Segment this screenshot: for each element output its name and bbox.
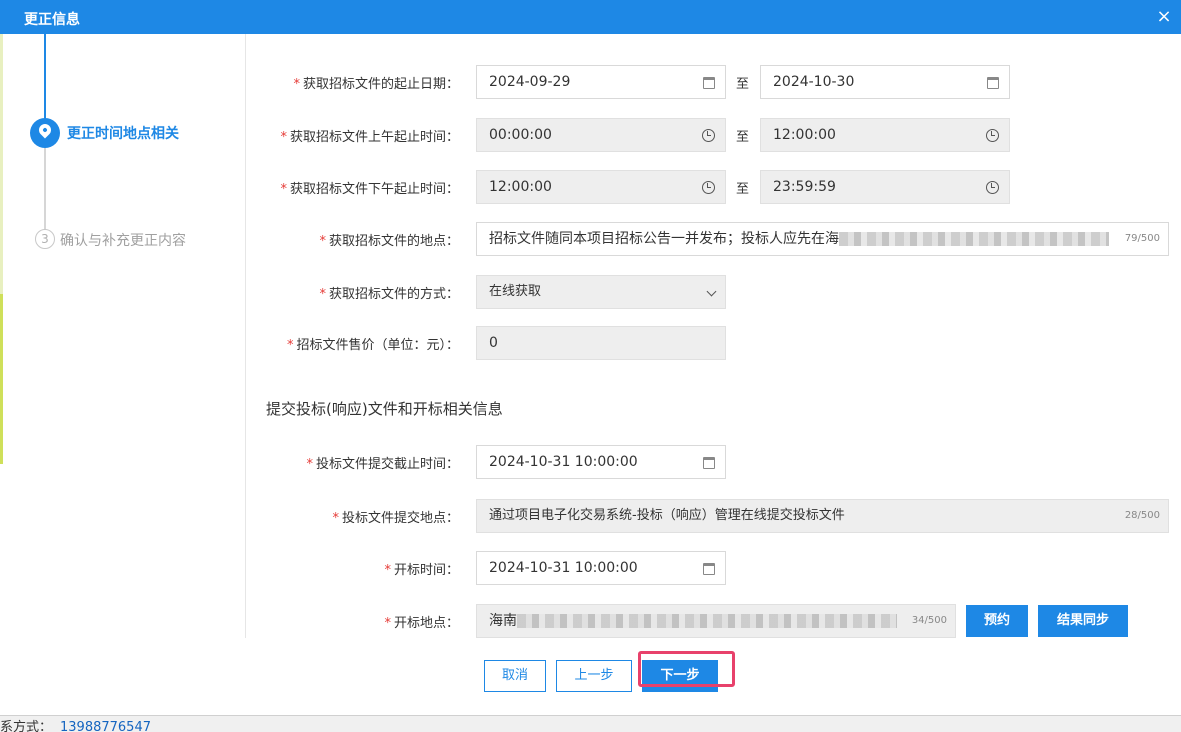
method-label: * 获取招标文件的方式：	[319, 287, 459, 302]
highlight-box	[638, 651, 735, 687]
row-price: * 招标文件售价（单位：元）： 0	[246, 326, 1181, 360]
submission-place-input[interactable]: 通过项目电子化交易系统-投标（响应）管理在线提交投标文件 28/500	[476, 499, 1169, 533]
close-icon[interactable]: ×	[1153, 6, 1175, 28]
redacted-text	[839, 232, 1109, 246]
clock-icon	[986, 129, 999, 142]
calendar-icon	[703, 77, 715, 89]
prev-step-button[interactable]: 上一步	[556, 660, 632, 692]
clock-icon	[986, 181, 999, 194]
open-place-input[interactable]: 海南 34/500	[476, 604, 956, 638]
range-separator: 至	[736, 182, 750, 197]
cancel-button[interactable]: 取消	[484, 660, 546, 692]
price-input[interactable]: 0	[476, 326, 726, 360]
location-label: * 获取招标文件的地点：	[319, 234, 459, 249]
section-title: 提交投标(响应)文件和开标相关信息	[266, 400, 503, 418]
step-label-confirm: 确认与补充更正内容	[60, 233, 186, 249]
morning-start-time-input[interactable]: 00:00:00	[476, 118, 726, 152]
step-number-3: 3	[35, 229, 55, 249]
calendar-icon	[703, 563, 715, 575]
chevron-down-icon	[706, 286, 717, 297]
char-counter: 34/500	[907, 605, 947, 637]
clock-icon	[702, 129, 715, 142]
price-label: * 招标文件售价（单位：元）：	[286, 338, 459, 353]
open-time-label: * 开标时间：	[384, 563, 459, 578]
start-date-input[interactable]: 2024-09-29	[476, 65, 726, 99]
date-range-label: * 获取招标文件的起止日期：	[293, 77, 459, 92]
end-date-input[interactable]: 2024-10-30	[760, 65, 1010, 99]
step-connector-done	[44, 34, 46, 120]
morning-end-time-input[interactable]: 12:00:00	[760, 118, 1010, 152]
calendar-icon	[703, 457, 715, 469]
row-afternoon-time: * 获取招标文件下午起止时间： 12:00:00 至 23:59:59	[246, 170, 1181, 204]
row-location: * 获取招标文件的地点： 招标文件随同本项目招标公告一并发布；投标人应先在海 79…	[246, 222, 1181, 256]
row-open-place: * 开标地点： 海南 34/500 预约 结果同步	[246, 604, 1181, 638]
morning-time-label: * 获取招标文件上午起止时间：	[280, 130, 459, 145]
char-counter: 79/500	[1120, 223, 1160, 255]
dialog-title: 更正信息	[24, 12, 80, 28]
row-method: * 获取招标文件的方式： 在线获取	[246, 275, 1181, 309]
steps-panel: 更正时间地点相关 3 确认与补充更正内容	[0, 34, 246, 638]
dialog-titlebar: 更正信息 ×	[0, 0, 1181, 34]
sync-result-button[interactable]: 结果同步	[1038, 605, 1128, 637]
open-time-input[interactable]: 2024-10-31 10:00:00	[476, 551, 726, 585]
method-select[interactable]: 在线获取	[476, 275, 726, 309]
open-place-label: * 开标地点：	[384, 616, 459, 631]
redacted-text	[517, 614, 897, 628]
afternoon-end-time-input[interactable]: 23:59:59	[760, 170, 1010, 204]
background-contact: 系方式： 13988776547	[0, 716, 151, 732]
submission-place-label: * 投标文件提交地点：	[332, 511, 459, 526]
step-connector-pending	[44, 146, 46, 230]
clock-icon	[702, 181, 715, 194]
calendar-icon	[987, 77, 999, 89]
contact-phone[interactable]: 13988776547	[60, 720, 151, 732]
contact-label: 系方式：	[0, 720, 53, 732]
step-label-active[interactable]: 更正时间地点相关	[67, 123, 179, 143]
deadline-label: * 投标文件提交截止时间：	[306, 457, 459, 472]
afternoon-start-time-input[interactable]: 12:00:00	[476, 170, 726, 204]
correction-dialog: 更正信息 × 更正时间地点相关 3 确认与补充更正内容 * 获取招标文件的起止日期…	[0, 0, 1181, 716]
char-counter: 28/500	[1120, 500, 1160, 532]
row-morning-time: * 获取招标文件上午起止时间： 00:00:00 至 12:00:00	[246, 118, 1181, 152]
row-deadline: * 投标文件提交截止时间： 2024-10-31 10:00:00	[246, 445, 1181, 479]
location-input[interactable]: 招标文件随同本项目招标公告一并发布；投标人应先在海 79/500	[476, 222, 1169, 256]
range-separator: 至	[736, 77, 750, 92]
location-pin-icon	[30, 118, 60, 148]
row-submission-place: * 投标文件提交地点： 通过项目电子化交易系统-投标（响应）管理在线提交投标文件 …	[246, 499, 1181, 533]
deadline-input[interactable]: 2024-10-31 10:00:00	[476, 445, 726, 479]
afternoon-time-label: * 获取招标文件下午起止时间：	[280, 182, 459, 197]
range-separator: 至	[736, 130, 750, 145]
reserve-button[interactable]: 预约	[966, 605, 1028, 637]
row-open-time: * 开标时间： 2024-10-31 10:00:00	[246, 551, 1181, 585]
row-date-range: * 获取招标文件的起止日期： 2024-09-29 至 2024-10-30	[246, 65, 1181, 99]
